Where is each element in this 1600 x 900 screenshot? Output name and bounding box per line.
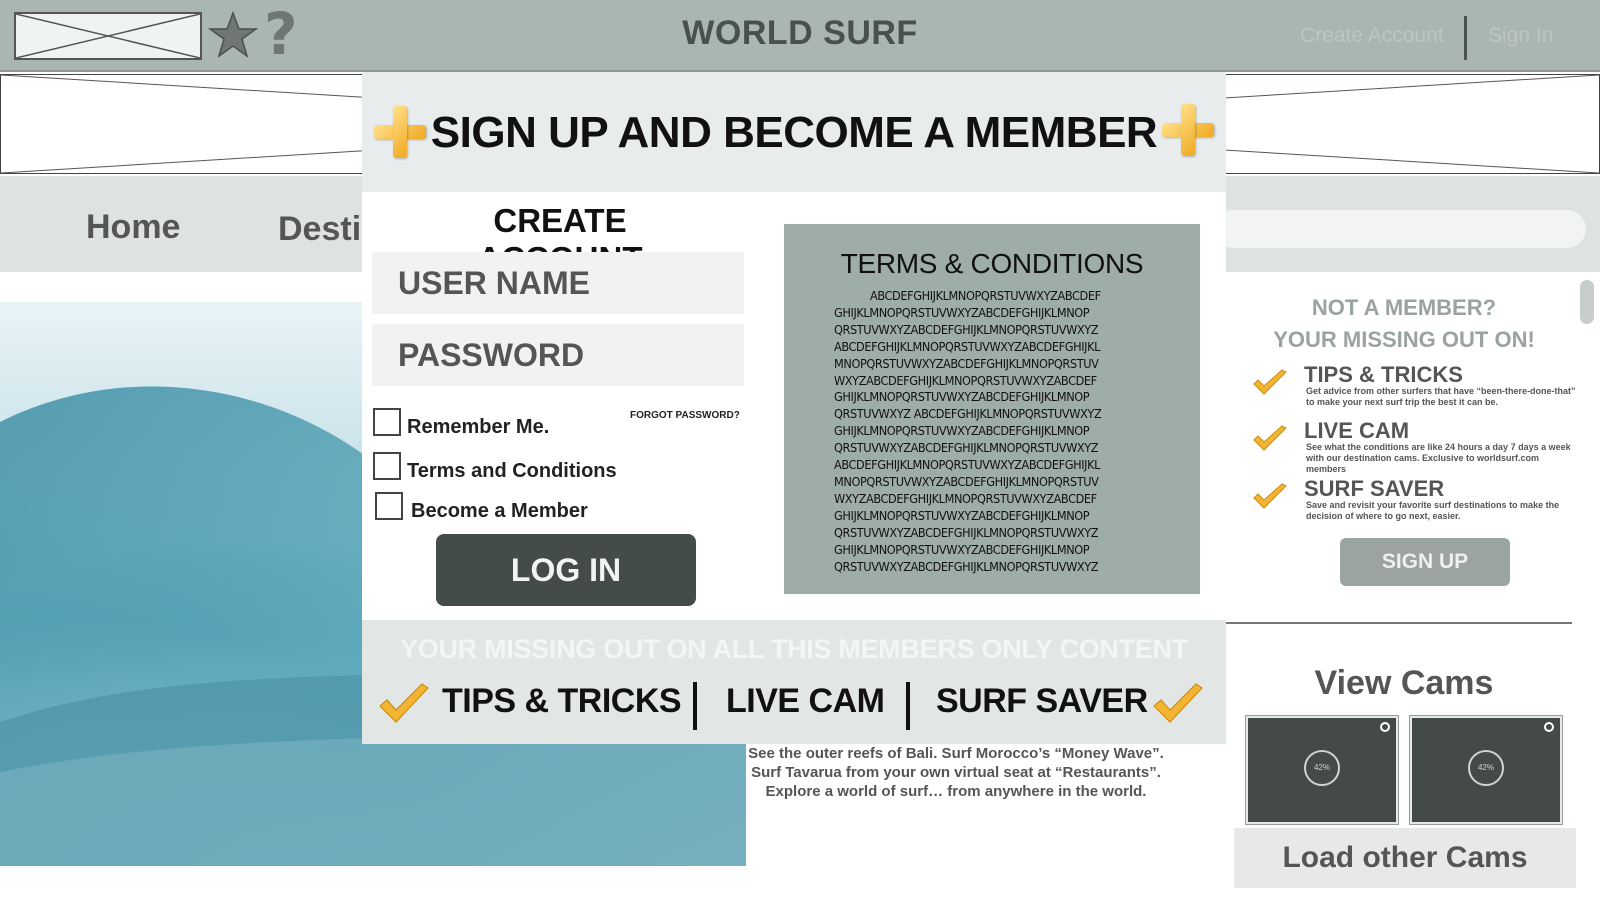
- terms-line: GHIJKLMNOPQRSTUVWXYZABCDEFGHIJKLMNOP: [834, 304, 1090, 320]
- terms-line: ABCDEFGHIJKLMNOPQRSTUVWXYZABCDEFGHIJKL: [834, 338, 1101, 354]
- header-divider: [1464, 16, 1467, 60]
- terms-line: GHIJKLMNOPQRSTUVWXYZABCDEFGHIJKLMNOP: [834, 423, 1090, 439]
- sidebar-feature-title: TIPS & TRICKS: [1304, 362, 1463, 387]
- terms-line: WXYZABCDEFGHIJKLMNOPQRSTUVWXYZABCDEF: [834, 490, 1097, 506]
- cam-thumbnail[interactable]: 42%: [1409, 715, 1563, 825]
- nav-item-home[interactable]: Home: [86, 208, 180, 247]
- sidebar-scrollbar[interactable]: [1580, 280, 1594, 324]
- checkmark-icon: [1153, 683, 1203, 723]
- terms-line: WXYZABCDEFGHIJKLMNOPQRSTUVWXYZABCDEF: [834, 372, 1097, 388]
- checkmark-icon: [1253, 425, 1287, 451]
- footer-feature-tips: TIPS & TRICKS: [442, 682, 682, 720]
- terms-line: MNOPQRSTUVWXYZABCDEFGHIJKLMNOPQRSTUV: [834, 473, 1099, 489]
- password-field[interactable]: PASSWORD: [372, 324, 744, 386]
- terms-line: ABCDEFGHIJKLMNOPQRSTUVWXYZABCDEFGHIJKL: [834, 457, 1101, 473]
- username-field[interactable]: USER NAME: [372, 252, 744, 314]
- terms-line: MNOPQRSTUVWXYZABCDEFGHIJKLMNOPQRSTUV: [834, 355, 1099, 371]
- sidebar-feature-desc: See what the conditions are like 24 hour…: [1306, 442, 1571, 474]
- terms-line: QRSTUVWXYZ ABCDEFGHIJKLMNOPQRSTUVWXYZ: [834, 406, 1102, 422]
- search-input[interactable]: [1214, 210, 1586, 248]
- checkbox-label: Terms and Conditions: [407, 460, 617, 482]
- forgot-password-link[interactable]: FORGOT PASSWORD?: [630, 410, 740, 421]
- terms-line: QRSTUVWXYZABCDEFGHIJKLMNOPQRSTUVWXYZ: [834, 321, 1099, 337]
- footer-features: TIPS & TRICKS LIVE CAM SURF SAVER: [362, 682, 1226, 732]
- loading-spinner-icon: 42%: [1304, 750, 1340, 786]
- sidebar-heading-line: NOT A MEMBER?: [1311, 295, 1497, 320]
- footer-separator: [693, 682, 697, 730]
- hero-caption-line: Explore a world of surf… from anywhere i…: [765, 783, 1147, 800]
- image-placeholder-icon: [16, 14, 200, 58]
- loading-spinner-icon: 42%: [1468, 750, 1504, 786]
- load-other-cams-button[interactable]: Load other Cams: [1234, 828, 1576, 888]
- cam-status-icon: [1544, 722, 1554, 732]
- sidebar-feature-title: SURF SAVER: [1304, 476, 1445, 501]
- terms-line: GHIJKLMNOPQRSTUVWXYZABCDEFGHIJKLMNOP: [834, 389, 1090, 405]
- become-member-checkbox[interactable]: [375, 492, 403, 520]
- footer-feature-surfsaver: SURF SAVER: [936, 682, 1148, 720]
- sidebar-feature-desc: Save and revisit your favorite surf dest…: [1306, 500, 1560, 521]
- terms-line: QRSTUVWXYZABCDEFGHIJKLMNOPQRSTUVWXYZ: [834, 558, 1099, 574]
- sidebar-heading: NOT A MEMBER? YOUR MISSING OUT ON!: [1244, 292, 1564, 356]
- checkbox-label: Become a Member: [411, 500, 588, 522]
- terms-line: GHIJKLMNOPQRSTUVWXYZABCDEFGHIJKLMNOP: [834, 541, 1090, 557]
- sign-in-link[interactable]: Sign In: [1488, 24, 1553, 48]
- checkbox-label: Remember Me.: [407, 416, 550, 438]
- checkmark-icon: [379, 683, 429, 723]
- sidebar-divider: [1222, 622, 1572, 624]
- hero-caption: See the outer reefs of Bali. Surf Morocc…: [746, 744, 1166, 801]
- footer-separator: [906, 682, 910, 730]
- star-icon[interactable]: [208, 10, 258, 60]
- terms-title: TERMS & CONDITIONS: [840, 248, 1144, 279]
- terms-body: ABCDEFGHIJKLMNOPQRSTUVWXYZABCDEF GHIJKLM…: [834, 288, 1134, 575]
- sidebar-feature: LIVE CAM See what the conditions are lik…: [1252, 418, 1582, 474]
- cam-status-icon: [1380, 722, 1390, 732]
- terms-line: GHIJKLMNOPQRSTUVWXYZABCDEFGHIJKLMNOP: [834, 507, 1090, 523]
- footer-feature-livecam: LIVE CAM: [726, 682, 885, 720]
- create-account-link[interactable]: Create Account: [1300, 24, 1444, 48]
- view-cams-title: View Cams: [1314, 664, 1494, 702]
- terms-checkbox[interactable]: [373, 452, 401, 480]
- sidebar-heading-line: YOUR MISSING OUT ON!: [1273, 327, 1535, 352]
- logo-placeholder[interactable]: [14, 12, 202, 60]
- modal-title: SIGN UP AND BECOME A MEMBER: [430, 108, 1158, 157]
- sign-up-button[interactable]: SIGN UP: [1340, 538, 1510, 586]
- sidebar-feature-title: LIVE CAM: [1304, 418, 1410, 443]
- hero-caption-line: Surf Tavarua from your own virtual seat …: [751, 764, 1161, 781]
- remember-me-checkbox[interactable]: [373, 408, 401, 436]
- hero-caption-line: See the outer reefs of Bali. Surf Morocc…: [748, 745, 1164, 762]
- checkmark-icon: [1253, 369, 1287, 395]
- terms-line: QRSTUVWXYZABCDEFGHIJKLMNOPQRSTUVWXYZ: [834, 524, 1099, 540]
- terms-line: QRSTUVWXYZABCDEFGHIJKLMNOPQRSTUVWXYZ: [834, 440, 1099, 456]
- nav-item-destinations[interactable]: Destinations: [278, 210, 362, 249]
- cam-thumbnail[interactable]: 42%: [1245, 715, 1399, 825]
- help-icon[interactable]: ?: [264, 4, 298, 64]
- log-in-button[interactable]: LOG IN: [436, 534, 696, 606]
- sidebar-feature-desc: Get advice from other surfers that have …: [1306, 386, 1576, 407]
- footer-tagline: YOUR MISSING OUT ON ALL THIS MEMBERS ONL…: [400, 634, 1188, 664]
- sidebar-feature: TIPS & TRICKS Get advice from other surf…: [1252, 362, 1582, 414]
- sidebar-feature: SURF SAVER Save and revisit your favorit…: [1252, 476, 1582, 528]
- terms-line: ABCDEFGHIJKLMNOPQRSTUVWXYZABCDEF: [870, 288, 1101, 303]
- checkmark-icon: [1253, 483, 1287, 509]
